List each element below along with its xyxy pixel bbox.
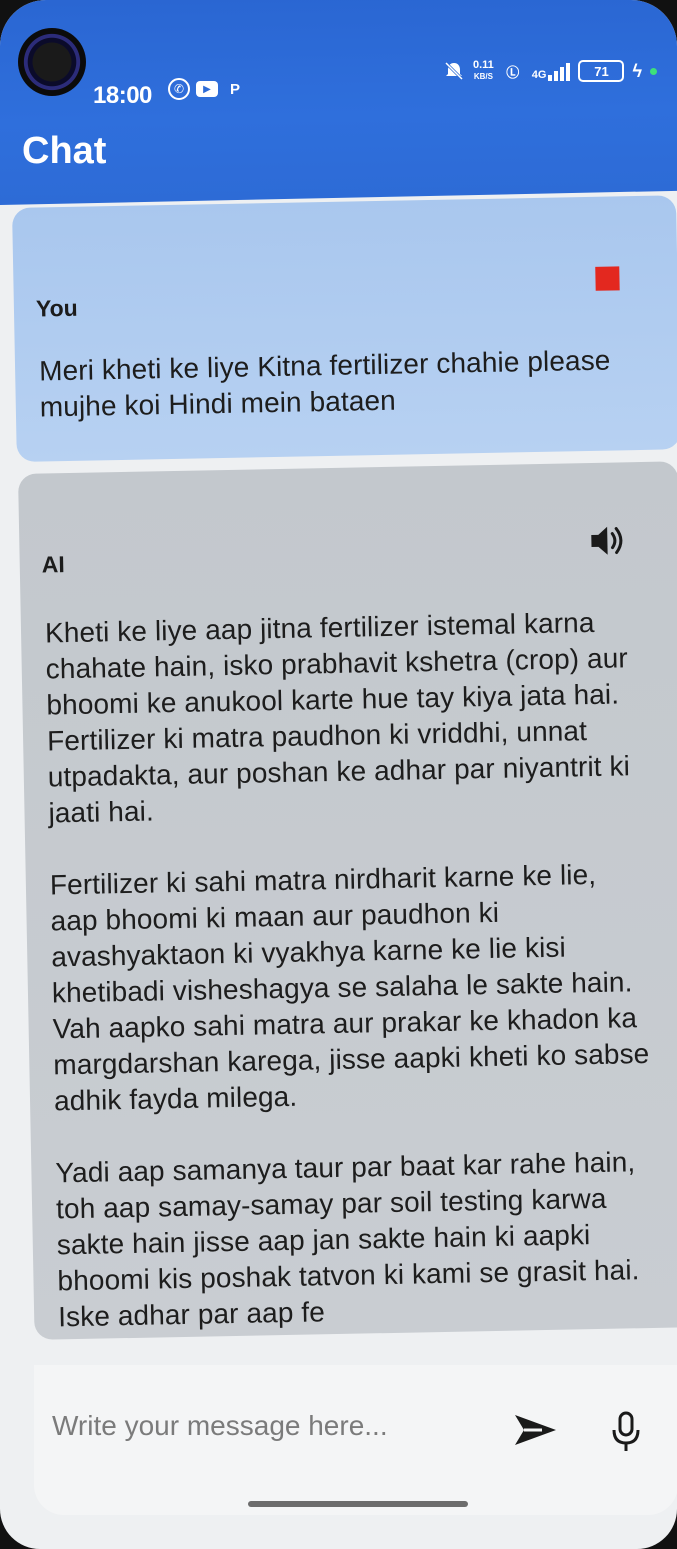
message-input[interactable] <box>52 1404 492 1448</box>
ai-message-body: Kheti ke liye aap jitna fertilizer istem… <box>45 604 659 1371</box>
message-paragraph: Fertilizer ki sahi matra nirdharit karne… <box>49 858 650 1117</box>
message-text: Meri kheti ke liye Kitna fertilizer chah… <box>38 344 611 423</box>
network-type: 4G <box>531 69 547 81</box>
net-speed-value: 0.11 <box>472 59 494 71</box>
system-icons: 0.11 KB/S Ⓛ 4G 71 ϟ <box>443 60 657 82</box>
page-title: Chat <box>22 130 107 172</box>
home-indicator[interactable] <box>248 1501 468 1507</box>
message-paragraph: Kheti ke liye aap jitna fertilizer istem… <box>44 606 631 829</box>
net-speed: 0.11 KB/S <box>473 60 494 82</box>
mute-icon <box>444 61 464 81</box>
net-speed-unit: KB/S <box>473 72 493 81</box>
notification-icons: ✆ ▶ P <box>168 78 246 100</box>
battery-icon: 71 <box>578 60 625 82</box>
message-sender: AI <box>41 551 65 578</box>
message-paragraph: Yadi aap samanya taur par baat kar rahe … <box>55 1146 640 1333</box>
phone-screen: 18:00 ✆ ▶ P 0.11 KB/S Ⓛ 4G 71 ϟ Chat You… <box>0 0 677 1549</box>
status-time: 18:00 <box>93 82 152 109</box>
status-bar: 18:00 ✆ ▶ P 0.11 KB/S Ⓛ 4G 71 ϟ <box>0 30 677 109</box>
youtube-icon: ▶ <box>196 81 218 97</box>
paytm-icon: P <box>229 80 240 98</box>
mic-button[interactable] <box>608 1410 644 1454</box>
signal-icon <box>548 61 571 81</box>
privacy-dot-icon <box>650 67 657 75</box>
user-message-bubble: You Meri kheti ke liye Kitna fertilizer … <box>12 195 677 462</box>
message-sender: You <box>35 294 78 322</box>
stop-icon[interactable] <box>595 266 620 291</box>
speaker-icon[interactable] <box>587 520 628 561</box>
charging-icon: ϟ <box>632 60 642 81</box>
whatsapp-icon: ✆ <box>168 78 190 100</box>
ai-message-bubble: AI Kheti ke liye aap jitna fertilizer is… <box>18 461 677 1340</box>
send-button[interactable] <box>512 1410 558 1450</box>
volte-icon: Ⓛ <box>506 64 520 80</box>
battery-level: 71 <box>594 63 609 79</box>
